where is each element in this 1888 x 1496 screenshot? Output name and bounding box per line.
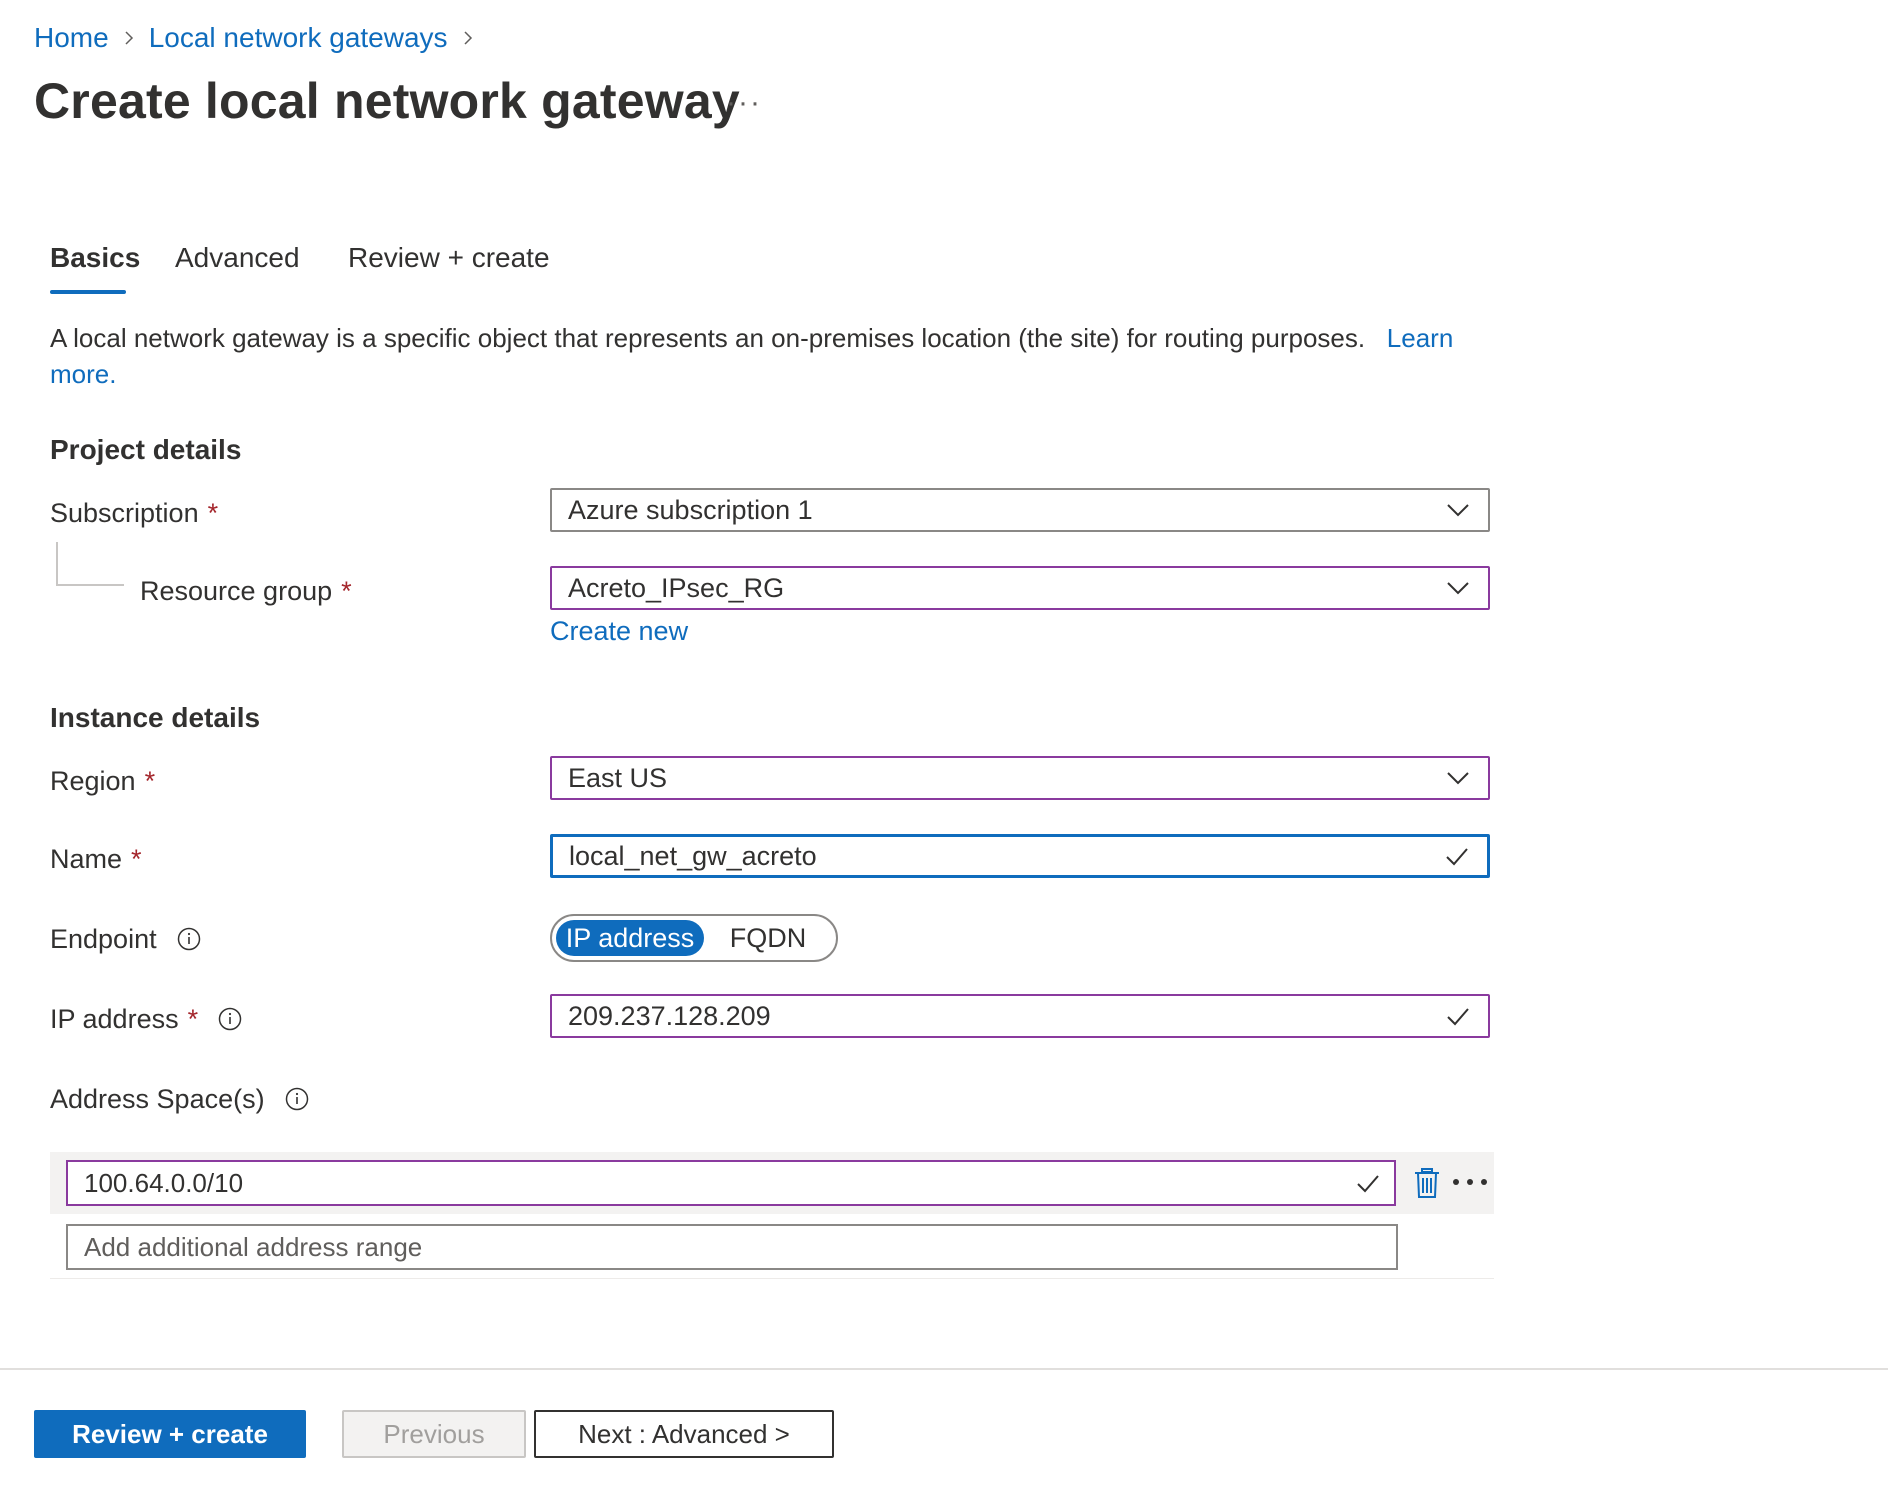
- description-text: A local network gateway is a specific ob…: [50, 323, 1366, 353]
- endpoint-label: Endpoint: [50, 916, 201, 962]
- subscription-label-text: Subscription: [50, 497, 199, 528]
- required-asterisk: *: [187, 1003, 199, 1034]
- chevron-down-icon: [1442, 762, 1474, 794]
- name-label: Name *: [50, 836, 142, 882]
- resource-group-label: Resource group *: [140, 568, 352, 614]
- endpoint-label-text: Endpoint: [50, 923, 157, 954]
- breadcrumb-local-network-gateways-link[interactable]: Local network gateways: [149, 22, 448, 54]
- required-asterisk: *: [144, 765, 156, 796]
- address-space-input[interactable]: 100.64.0.0/10: [66, 1160, 1396, 1206]
- more-options-icon[interactable]: ···: [726, 86, 762, 120]
- create-new-resource-group-link[interactable]: Create new: [550, 616, 688, 647]
- tab-review-create[interactable]: Review + create: [348, 242, 550, 274]
- region-value: East US: [568, 762, 668, 793]
- name-label-text: Name: [50, 843, 123, 874]
- add-address-range-input[interactable]: [66, 1224, 1398, 1270]
- resource-group-value: Acreto_IPsec_RG: [568, 572, 785, 603]
- name-value: local_net_gw_acreto: [569, 840, 817, 871]
- region-dropdown[interactable]: East US: [550, 756, 1490, 800]
- page-title: Create local network gateway: [34, 73, 740, 129]
- next-advanced-button[interactable]: Next : Advanced >: [534, 1410, 834, 1458]
- info-icon[interactable]: [285, 1087, 309, 1111]
- page-description: A local network gateway is a specific ob…: [50, 320, 1470, 392]
- resource-group-dropdown[interactable]: Acreto_IPsec_RG: [550, 566, 1490, 610]
- address-space-value: 100.64.0.0/10: [84, 1167, 244, 1198]
- instance-details-heading: Instance details: [50, 702, 261, 733]
- subscription-dropdown[interactable]: Azure subscription 1: [550, 488, 1490, 532]
- address-spaces-label-text: Address Space(s): [50, 1083, 265, 1114]
- endpoint-toggle[interactable]: IP address FQDN: [550, 914, 838, 962]
- info-icon[interactable]: [218, 1007, 242, 1031]
- breadcrumb: Home Local network gateways: [34, 18, 488, 58]
- checkmark-icon: [1442, 1000, 1474, 1032]
- tab-basics[interactable]: Basics: [50, 242, 140, 274]
- ip-address-input[interactable]: 209.237.128.209: [550, 994, 1490, 1038]
- address-section-divider: [50, 1278, 1494, 1279]
- project-details-heading: Project details: [50, 434, 242, 465]
- row-more-options-icon[interactable]: [1448, 1164, 1492, 1200]
- review-create-button[interactable]: Review + create: [34, 1410, 306, 1458]
- footer-divider: [0, 1368, 1888, 1370]
- checkmark-icon: [1441, 840, 1473, 872]
- chevron-right-icon: [109, 18, 149, 58]
- chevron-down-icon: [1442, 572, 1474, 604]
- breadcrumb-home-link[interactable]: Home: [34, 22, 109, 54]
- chevron-down-icon: [1442, 494, 1474, 526]
- checkmark-icon: [1352, 1167, 1384, 1199]
- chevron-right-icon: [448, 18, 488, 58]
- info-icon[interactable]: [177, 927, 201, 951]
- ip-address-value: 209.237.128.209: [568, 1000, 771, 1031]
- endpoint-option-fqdn[interactable]: FQDN: [704, 920, 832, 956]
- ip-address-label: IP address *: [50, 996, 242, 1042]
- active-tab-indicator: [50, 290, 126, 294]
- region-label-text: Region: [50, 765, 136, 796]
- region-label: Region *: [50, 758, 155, 804]
- resource-group-label-text: Resource group: [140, 575, 333, 606]
- previous-button[interactable]: Previous: [342, 1410, 526, 1458]
- tree-connector: [56, 542, 124, 586]
- subscription-value: Azure subscription 1: [568, 494, 813, 525]
- endpoint-option-ip-address[interactable]: IP address: [556, 920, 704, 956]
- required-asterisk: *: [341, 575, 352, 606]
- delete-trash-icon[interactable]: [1410, 1166, 1444, 1200]
- address-spaces-label: Address Space(s): [50, 1076, 309, 1122]
- required-asterisk: *: [131, 843, 142, 874]
- required-asterisk: *: [207, 497, 219, 528]
- ip-address-label-text: IP address: [50, 1003, 179, 1034]
- tab-advanced[interactable]: Advanced: [175, 242, 300, 274]
- name-input[interactable]: local_net_gw_acreto: [550, 834, 1490, 878]
- subscription-label: Subscription *: [50, 490, 218, 536]
